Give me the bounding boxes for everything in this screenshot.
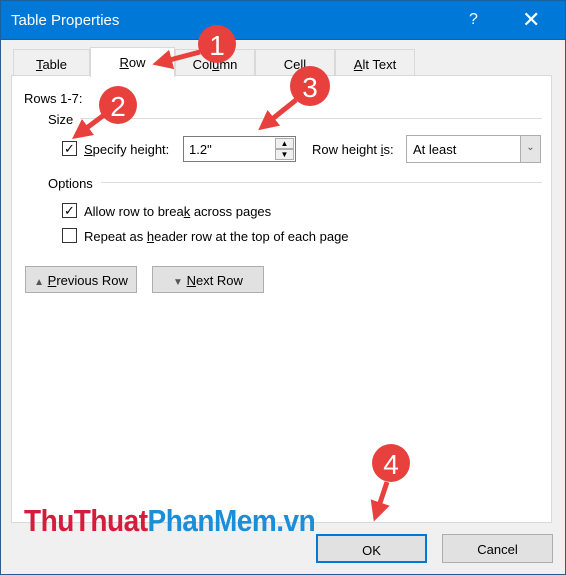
annotation-overlay: 1 2 3 4 [72, 25, 410, 522]
svg-text:3: 3 [302, 72, 318, 103]
annotation-3: 3 [258, 66, 330, 131]
svg-text:4: 4 [383, 449, 399, 480]
annotation-2: 2 [72, 86, 137, 139]
svg-text:1: 1 [209, 30, 225, 61]
annotation-1: 1 [152, 25, 236, 70]
svg-text:2: 2 [110, 91, 126, 122]
annotation-4: 4 [370, 444, 410, 522]
